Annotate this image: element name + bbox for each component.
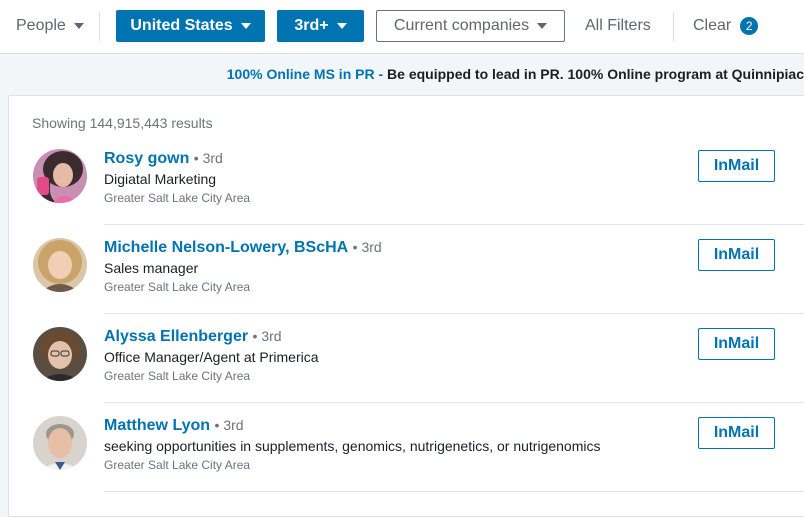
clear-filters-label: Clear: [693, 17, 732, 34]
all-filters-button[interactable]: All Filters: [585, 10, 651, 42]
avatar[interactable]: [33, 238, 87, 292]
inmail-button[interactable]: InMail: [698, 150, 775, 182]
current-companies-filter-label: Current companies: [393, 17, 530, 34]
inmail-button[interactable]: InMail: [698, 239, 775, 271]
ad-link[interactable]: 100% Online MS in PR -: [227, 66, 383, 82]
caret-down-icon: [537, 23, 548, 29]
current-companies-filter-button[interactable]: Current companies: [376, 10, 565, 42]
profile-headline: Sales manager: [104, 260, 199, 276]
inmail-button[interactable]: InMail: [698, 328, 775, 360]
profile-location: Greater Salt Lake City Area: [104, 369, 251, 383]
results-count: Showing 144,915,443 results: [32, 115, 213, 131]
connection-degree: • 3rd: [252, 328, 282, 344]
search-results-card: Showing 144,915,443 results Rosy gown • …: [8, 95, 804, 517]
caret-down-icon: [240, 23, 251, 29]
divider: [99, 12, 100, 41]
caret-down-icon: [336, 23, 347, 29]
connection-filter-label: 3rd+: [294, 17, 329, 34]
profile-location: Greater Salt Lake City Area: [104, 458, 251, 472]
profile-name-link[interactable]: Alyssa Ellenberger: [104, 328, 248, 345]
inmail-button[interactable]: InMail: [698, 417, 775, 449]
caret-down-icon: [73, 23, 84, 29]
result-row: Matthew Lyon • 3rd seeking opportunities…: [9, 403, 804, 492]
filter-bar: People United States 3rd+ Current compan…: [0, 0, 804, 54]
people-filter-dropdown[interactable]: People: [16, 10, 84, 42]
profile-headline: Digiatal Marketing: [104, 171, 217, 187]
result-row: Alyssa Ellenberger • 3rd Office Manager/…: [9, 314, 804, 403]
profile-headline: Office Manager/Agent at Primerica: [104, 349, 319, 365]
avatar[interactable]: [33, 416, 87, 470]
divider: [673, 12, 674, 41]
profile-headline: seeking opportunities in supplements, ge…: [104, 438, 601, 454]
connection-degree: • 3rd: [352, 239, 382, 255]
profile-name-link[interactable]: Michelle Nelson-Lowery, BScHA: [104, 239, 348, 256]
result-row: Michelle Nelson-Lowery, BScHA • 3rd Sale…: [9, 225, 804, 314]
profile-name-link[interactable]: Matthew Lyon: [104, 417, 210, 434]
location-filter-button[interactable]: United States: [116, 10, 265, 42]
profile-location: Greater Salt Lake City Area: [104, 280, 251, 294]
sponsored-ad-banner[interactable]: 100% Online MS in PR - Be equipped to le…: [227, 66, 804, 82]
people-filter-label: People: [16, 17, 66, 34]
avatar[interactable]: [33, 149, 87, 203]
location-filter-label: United States: [130, 17, 233, 34]
all-filters-label: All Filters: [585, 17, 651, 34]
clear-filters-button[interactable]: Clear 2: [693, 10, 759, 42]
ad-text: Be equipped to lead in PR. 100% Online p…: [383, 66, 804, 82]
clear-count-badge: 2: [740, 17, 759, 35]
profile-name-link[interactable]: Rosy gown: [104, 150, 189, 167]
connection-degree: • 3rd: [214, 417, 244, 433]
avatar[interactable]: [33, 327, 87, 381]
connection-degree: • 3rd: [193, 150, 223, 166]
result-row: Rosy gown • 3rd Digiatal Marketing Great…: [9, 136, 804, 225]
profile-location: Greater Salt Lake City Area: [104, 191, 251, 205]
connection-filter-button[interactable]: 3rd+: [277, 10, 364, 42]
